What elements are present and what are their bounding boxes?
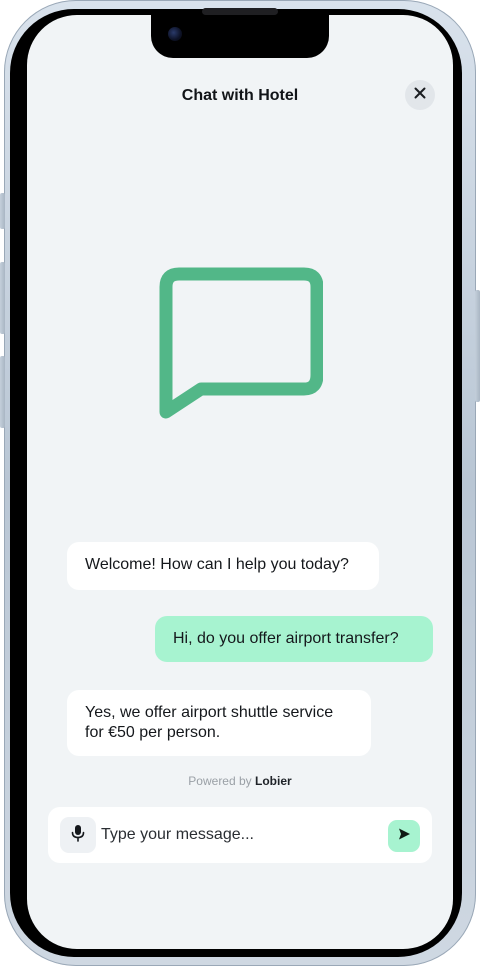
- speaker-grille: [202, 8, 278, 15]
- mute-switch: [0, 193, 5, 229]
- message-bubble-user: Hi, do you offer airport transfer?: [155, 616, 433, 662]
- send-button[interactable]: [388, 820, 420, 852]
- close-icon: [414, 86, 426, 104]
- front-camera: [168, 27, 182, 41]
- brand-link[interactable]: Lobier: [255, 774, 292, 788]
- microphone-button[interactable]: [60, 817, 96, 853]
- powered-by-label: Powered by: [188, 774, 252, 788]
- phone-stage: Chat with Hotel Welcome! How can I help …: [0, 0, 480, 969]
- powered-by: Powered by Lobier: [27, 774, 453, 788]
- message-composer: [48, 807, 432, 863]
- message-bubble-hotel: Welcome! How can I help you today?: [67, 542, 379, 590]
- message-bubble-hotel: Yes, we offer airport shuttle service fo…: [67, 690, 371, 756]
- volume-down-button: [0, 356, 5, 428]
- chat-bubble-icon: [159, 267, 324, 436]
- volume-up-button: [0, 262, 5, 334]
- send-icon: [397, 827, 411, 846]
- message-input[interactable]: [101, 826, 381, 844]
- page-title: Chat with Hotel: [181, 87, 299, 104]
- chat-screen: Chat with Hotel Welcome! How can I help …: [27, 15, 453, 949]
- close-button[interactable]: [405, 80, 435, 110]
- power-button: [475, 290, 480, 402]
- microphone-icon: [70, 824, 86, 847]
